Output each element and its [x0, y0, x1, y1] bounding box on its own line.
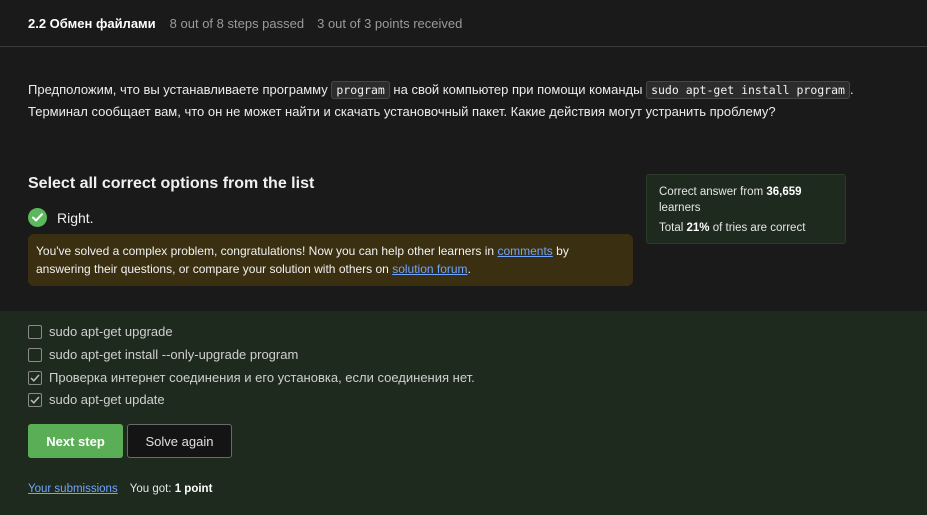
solution-forum-link[interactable]: solution forum	[392, 262, 467, 276]
checkbox[interactable]	[28, 392, 42, 407]
code-install-command: sudo apt-get install program	[646, 81, 850, 99]
option-label: Проверка интернет соединения и его устан…	[49, 370, 475, 385]
score-text: You got: 1 point	[130, 483, 213, 495]
option-label: sudo apt-get upgrade	[49, 324, 173, 339]
checkmark-icon	[30, 395, 40, 404]
checkbox[interactable]	[28, 370, 42, 385]
option-label: sudo apt-get update	[49, 392, 165, 407]
next-step-button[interactable]: Next step	[28, 424, 123, 458]
total-prefix: Total	[659, 222, 687, 234]
checkbox[interactable]	[28, 324, 42, 339]
correct-prefix: Correct answer from	[659, 186, 767, 198]
question-text: Предположим, что вы устанавливаете прогр…	[28, 79, 888, 122]
question-part-2: на свой компьютер при помощи команды	[389, 82, 647, 97]
step-header: 2.2 Обмен файлами 8 out of 8 steps passe…	[0, 0, 927, 47]
checkbox[interactable]	[28, 347, 42, 362]
congrats-message: You've solved a complex problem, congrat…	[28, 234, 633, 286]
learners-count: 36,659	[766, 186, 802, 198]
congrats-text-1: You've solved a complex problem, congrat…	[36, 244, 498, 258]
result-label: Right.	[57, 209, 94, 226]
step-title[interactable]: 2.2 Обмен файлами	[28, 16, 156, 31]
option-row[interactable]: Проверка интернет соединения и его устан…	[28, 370, 475, 385]
submission-footer: Your submissions You got: 1 point	[28, 483, 212, 495]
comments-link[interactable]: comments	[497, 244, 552, 258]
points-value: 1 point	[174, 483, 213, 495]
select-options-heading: Select all correct options from the list	[28, 175, 315, 192]
stats-panel: Correct answer from 36,659 learners Tota…	[646, 174, 846, 244]
solve-again-button[interactable]: Solve again	[127, 424, 232, 458]
total-suffix: of tries are correct	[709, 222, 806, 234]
option-row[interactable]: sudo apt-get update	[28, 392, 165, 407]
checkmark-icon	[30, 373, 40, 382]
correct-check-icon	[28, 208, 47, 227]
you-got-label: You got:	[129, 483, 175, 495]
question-part-1: Предположим, что вы устанавливаете прогр…	[28, 82, 332, 97]
option-row[interactable]: sudo apt-get install --only-upgrade prog…	[28, 347, 298, 362]
option-label: sudo apt-get install --only-upgrade prog…	[49, 347, 299, 362]
points-received: 3 out of 3 points received	[317, 15, 463, 31]
your-submissions-link[interactable]: Your submissions	[28, 483, 118, 495]
learners-suffix: learners	[659, 202, 701, 214]
result-row: Right.	[28, 208, 94, 227]
code-program: program	[331, 81, 390, 99]
correct-percent: 21%	[686, 222, 710, 234]
steps-passed: 8 out of 8 steps passed	[169, 15, 305, 31]
option-row[interactable]: sudo apt-get upgrade	[28, 324, 173, 339]
correct-answer-stat: Correct answer from 36,659 learners	[659, 184, 833, 216]
congrats-text-3: .	[467, 262, 471, 276]
total-correct-stat: Total 21% of tries are correct	[659, 220, 833, 236]
